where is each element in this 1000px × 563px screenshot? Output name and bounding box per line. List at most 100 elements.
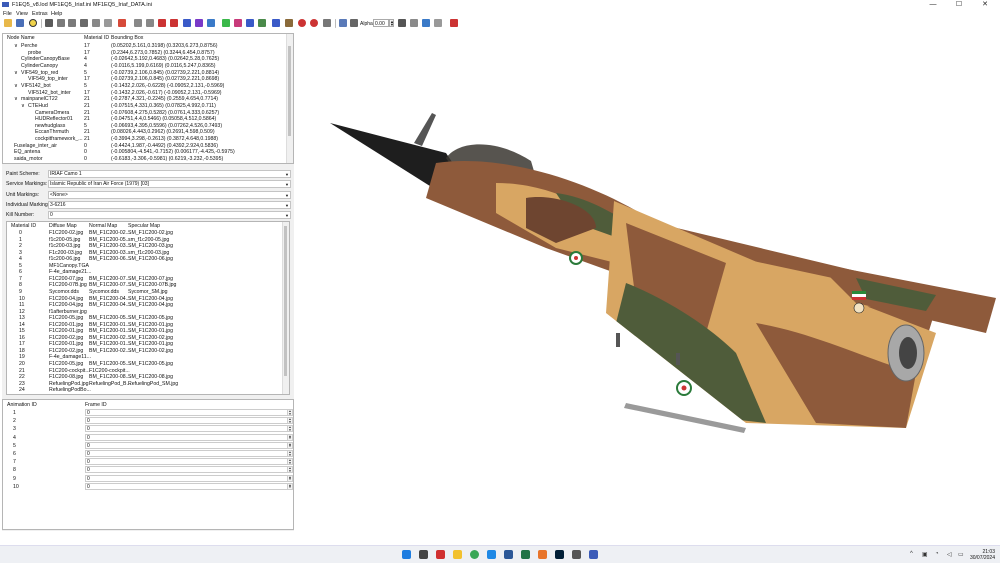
battery-icon[interactable]: ▭ (958, 551, 964, 558)
frame-id-input[interactable]: 0 ▲ ▼ (85, 409, 293, 416)
excel-icon[interactable] (521, 550, 530, 559)
frame-id-input[interactable]: 0 ▲ ▼ (85, 417, 293, 425)
edge-icon[interactable] (487, 550, 496, 559)
chevron-down-icon[interactable]: ▼ (285, 212, 289, 218)
task-view-icon[interactable] (419, 550, 428, 559)
frame-id-input[interactable]: 0 ▲ ▼ (85, 433, 293, 441)
frame-spinner[interactable]: ▲ ▼ (287, 459, 292, 465)
zoom-in-icon[interactable] (57, 19, 65, 27)
chevron-down-icon[interactable]: ▼ (285, 171, 289, 177)
cube-icon[interactable] (134, 19, 142, 27)
expander-icon[interactable]: ∨ (14, 70, 18, 76)
setting-dropdown[interactable]: IRIAF Camo 1 ▼ (48, 170, 291, 178)
specular-icon[interactable] (207, 19, 215, 27)
frame-id-input[interactable]: 0 ▲ ▼ (85, 425, 293, 433)
frame-spinner[interactable]: ▲ ▼ (287, 442, 292, 448)
frame-spinner[interactable]: ▲ ▼ (287, 418, 292, 424)
tools-icon[interactable] (450, 19, 458, 27)
save-icon[interactable] (16, 19, 24, 27)
frame-spinner[interactable]: ▲ ▼ (287, 467, 292, 473)
tray-chevron-icon[interactable]: ^ (910, 551, 913, 557)
frame-spinner[interactable]: ▲ ▼ (287, 451, 292, 456)
texture-icon[interactable] (183, 19, 191, 27)
help-icon[interactable] (29, 19, 37, 27)
frame-spinner[interactable]: ▲ ▼ (287, 434, 292, 440)
expander-icon[interactable]: ∨ (14, 43, 18, 49)
maximize-button[interactable]: ☐ (946, 0, 972, 10)
3d-viewport[interactable] (296, 33, 1000, 545)
monitor-icon[interactable] (339, 19, 347, 27)
frame-id-input[interactable]: 0 ▲ ▼ (85, 458, 293, 466)
chrome-icon[interactable] (470, 550, 479, 559)
file-explorer-icon[interactable] (453, 550, 462, 559)
expander-icon[interactable]: ∨ (14, 83, 18, 89)
expander-icon[interactable]: ∨ (14, 96, 18, 102)
app-icon[interactable] (572, 550, 581, 559)
frame-id-input[interactable]: 0 ▲ ▼ (85, 466, 293, 474)
setting-dropdown[interactable]: 0 ▼ (48, 211, 291, 220)
frame-id-input[interactable]: 0 ▲ ▼ (85, 450, 293, 457)
setting-dropdown[interactable]: <None> ▼ (48, 190, 291, 199)
arrow-icon[interactable] (323, 19, 331, 27)
setting-dropdown[interactable]: 3-6216 ▼ (48, 200, 291, 209)
word-icon[interactable] (504, 550, 513, 559)
chevron-down-icon[interactable]: ▼ (285, 181, 289, 187)
menu-view[interactable]: View (16, 11, 28, 17)
menu-help[interactable]: Help (51, 11, 62, 17)
alpha-spinner[interactable]: ▲ ▼ (389, 19, 394, 27)
cube-solid-icon[interactable] (146, 19, 154, 27)
frame-spinner[interactable]: ▲ ▼ (287, 483, 292, 489)
node-tree-scrollbar[interactable] (286, 34, 293, 163)
record-icon[interactable] (118, 19, 126, 27)
clock[interactable]: 21:03 30/07/2024 (970, 549, 995, 561)
chevron-down-icon[interactable]: ▼ (285, 202, 289, 208)
photoshop-icon[interactable] (555, 550, 564, 559)
cube-red-icon[interactable] (158, 19, 166, 27)
photos-icon[interactable] (538, 550, 547, 559)
lighting-icon[interactable] (222, 19, 230, 27)
tray-app-icon[interactable]: ▣ (922, 551, 928, 558)
chevron-down-icon[interactable]: ▼ (285, 192, 289, 198)
brave-icon[interactable] (436, 550, 445, 559)
frame-spinner[interactable]: ▲ ▼ (287, 475, 292, 481)
light-red-icon[interactable] (298, 19, 306, 27)
start-icon[interactable] (402, 550, 411, 559)
move-icon[interactable] (45, 19, 53, 27)
grid-icon[interactable] (350, 19, 358, 27)
reset-icon[interactable] (104, 19, 112, 27)
cube-shaded-icon[interactable] (170, 19, 178, 27)
effect-icon[interactable] (234, 19, 242, 27)
menu-extras[interactable]: Extras (32, 11, 48, 17)
export-icon[interactable] (410, 19, 418, 27)
normal-map-icon[interactable] (195, 19, 203, 27)
chart-icon[interactable] (422, 19, 430, 27)
view-icon[interactable] (92, 19, 100, 27)
minimize-button[interactable]: — (920, 0, 946, 10)
volume-icon[interactable]: ◁ (947, 551, 952, 558)
frame-id-input[interactable]: 0 ▲ ▼ (85, 482, 293, 490)
cockpit-icon[interactable] (272, 19, 280, 27)
lodviewer-icon[interactable] (589, 550, 598, 559)
scrollbar-thumb[interactable] (284, 226, 287, 376)
layer-icon[interactable] (246, 19, 254, 27)
frame-spinner[interactable]: ▲ ▼ (287, 426, 292, 432)
frame-id-input[interactable]: 0 ▲ ▼ (85, 441, 293, 449)
wireframe-icon[interactable] (258, 19, 266, 27)
expander-icon[interactable]: ∨ (21, 103, 25, 109)
setting-dropdown[interactable]: Islamic Republic of Iran Air Force (1979… (48, 180, 291, 189)
gear-down-icon[interactable] (285, 19, 293, 27)
rotate-icon[interactable] (80, 19, 88, 27)
zoom-out-icon[interactable] (68, 19, 76, 27)
open-folder-icon[interactable] (4, 19, 12, 27)
alpha-input[interactable]: 0.00 (373, 19, 389, 27)
frame-id-input[interactable]: 0 ▲ ▼ (85, 474, 293, 482)
frame-spinner[interactable]: ▲ ▼ (287, 410, 292, 415)
window-icon[interactable] (434, 19, 442, 27)
materials-scrollbar[interactable] (282, 222, 289, 394)
screenshot-icon[interactable] (398, 19, 406, 27)
close-button[interactable]: ✕ (972, 0, 998, 10)
network-icon[interactable]: ◔ (935, 551, 939, 557)
menu-file[interactable]: File (3, 11, 12, 17)
light-nav-icon[interactable] (310, 19, 318, 27)
scrollbar-thumb[interactable] (288, 46, 291, 136)
